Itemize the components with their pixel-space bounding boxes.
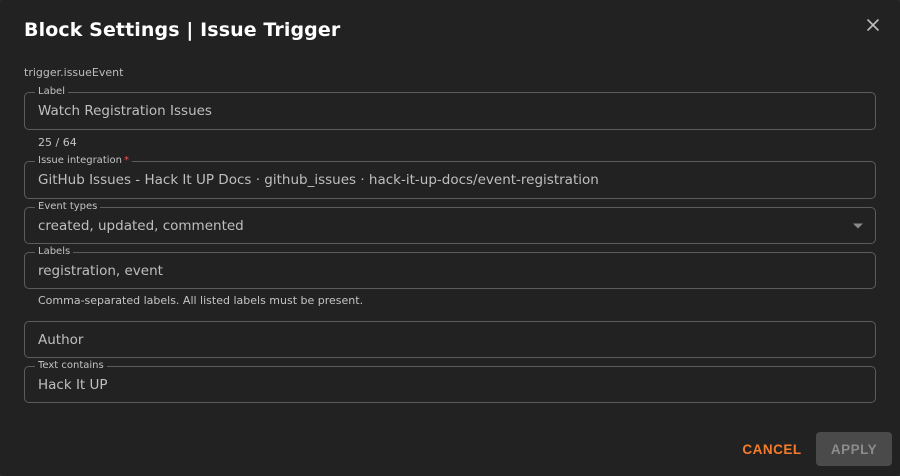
text-contains-legend: Text contains <box>35 359 107 373</box>
event-types-legend: Event types <box>35 200 101 214</box>
issue-integration-legend: Issue integration * <box>35 154 132 168</box>
block-settings-dialog: Block Settings | Issue Trigger trigger.i… <box>0 0 900 476</box>
labels-field[interactable]: Labels registration, event <box>24 245 876 289</box>
labels-value: registration, event <box>38 262 163 279</box>
issue-integration-value: GitHub Issues - Hack It UP Docs · github… <box>38 172 599 188</box>
issue-integration-field[interactable]: Issue integration * GitHub Issues - Hack … <box>24 154 876 199</box>
label-field[interactable]: Label Watch Registration Issues <box>24 85 876 130</box>
close-icon <box>867 19 879 31</box>
block-type-label: trigger.issueEvent <box>24 66 124 79</box>
required-marker: * <box>123 155 129 166</box>
label-field-value: Watch Registration Issues <box>38 103 212 119</box>
label-field-legend: Label <box>35 85 68 99</box>
event-types-value: created, updated, commented <box>38 217 244 234</box>
cancel-button[interactable]: CANCEL <box>736 432 808 466</box>
close-button[interactable] <box>862 14 884 36</box>
text-contains-value: Hack It UP <box>38 376 108 393</box>
labels-legend: Labels <box>35 245 74 259</box>
apply-button[interactable]: APPLY <box>816 432 892 466</box>
text-contains-field[interactable]: Text contains Hack It UP <box>24 359 876 403</box>
dialog-title: Block Settings | Issue Trigger <box>24 19 341 41</box>
event-types-select[interactable]: Event types created, updated, commented <box>24 200 876 244</box>
label-character-counter: 25 / 64 <box>38 136 77 149</box>
labels-helper-text: Comma-separated labels. All listed label… <box>38 294 364 307</box>
author-field[interactable]: Author <box>24 321 876 358</box>
author-placeholder: Author <box>38 331 84 348</box>
chevron-down-icon[interactable] <box>853 223 863 228</box>
